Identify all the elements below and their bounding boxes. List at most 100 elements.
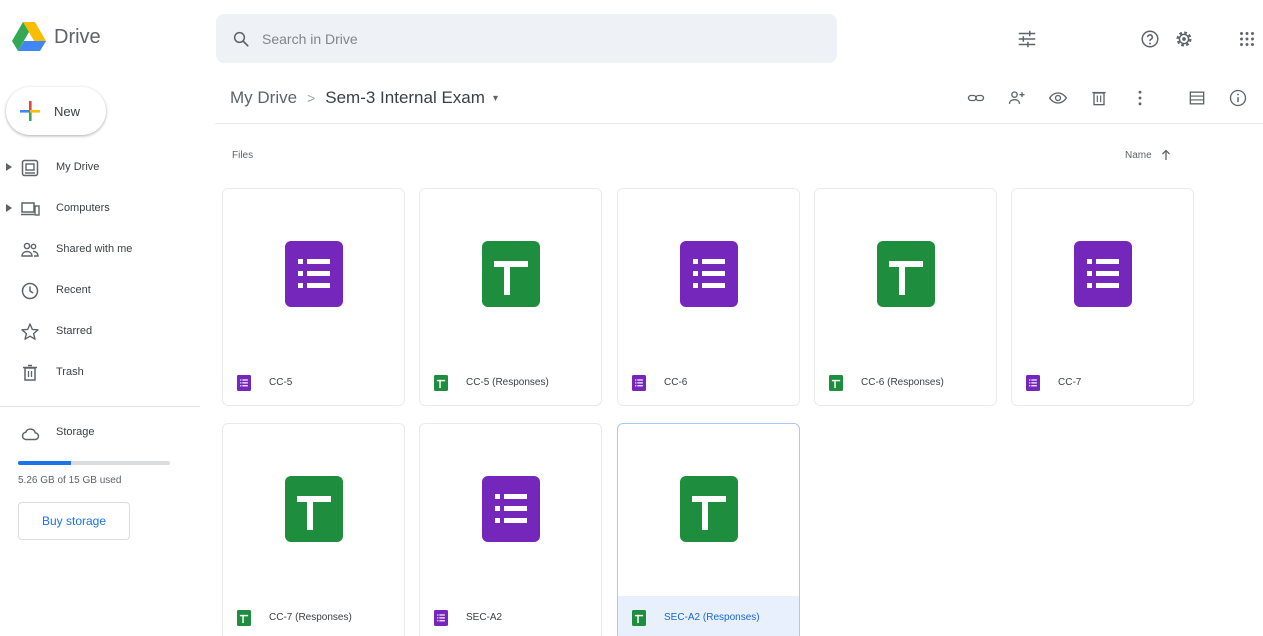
file-card[interactable]: CC-6 xyxy=(617,188,800,406)
file-name: SEC-A2 (Responses) xyxy=(664,612,760,623)
file-card[interactable]: SEC-A2 xyxy=(419,423,602,636)
sidebar-item-shared-with-me[interactable]: Shared with me xyxy=(0,230,200,271)
clock-icon xyxy=(21,282,39,300)
file-thumbnail[interactable] xyxy=(1012,189,1193,361)
drive-logo-icon xyxy=(12,22,46,51)
sidebar-item-label: Recent xyxy=(56,284,91,296)
expand-arrow-icon[interactable] xyxy=(5,203,13,213)
file-thumbnail[interactable] xyxy=(618,189,799,361)
settings-gear-icon[interactable] xyxy=(1173,28,1195,50)
sidebar-item-storage[interactable]: Storage xyxy=(0,418,200,448)
trash-icon xyxy=(23,364,37,381)
sheets-file-large-icon xyxy=(482,241,540,307)
storage-usage-bar xyxy=(18,461,170,465)
arrow-up-icon[interactable] xyxy=(1160,149,1172,161)
storage-usage-text: 5.26 GB of 15 GB used xyxy=(18,475,122,486)
storage-usage-fill xyxy=(18,461,72,465)
shared-icon xyxy=(21,242,39,257)
new-button[interactable]: New xyxy=(6,87,106,135)
expand-arrow-icon[interactable] xyxy=(5,162,13,172)
sidebar-item-label: Computers xyxy=(56,202,110,214)
file-name: CC-6 xyxy=(664,377,688,388)
sidebar-item-label: My Drive xyxy=(56,161,100,173)
link-icon[interactable] xyxy=(966,88,986,108)
file-card[interactable]: CC-5 (Responses) xyxy=(419,188,602,406)
sidebar-item-label: Shared with me xyxy=(56,243,133,255)
plus-icon xyxy=(20,101,40,121)
file-card-footer[interactable]: SEC-A2 xyxy=(420,596,601,636)
list-view-icon[interactable] xyxy=(1187,88,1207,108)
trash-icon[interactable] xyxy=(1089,88,1109,108)
help-icon[interactable] xyxy=(1139,28,1161,50)
file-name: CC-5 xyxy=(269,377,293,388)
file-name: CC-7 xyxy=(1058,377,1082,388)
my-drive-icon xyxy=(21,159,39,177)
file-card[interactable]: CC-7 (Responses) xyxy=(222,423,405,636)
search-icon[interactable] xyxy=(232,30,250,48)
file-card-footer[interactable]: CC-6 xyxy=(618,361,799,405)
apps-grid-icon[interactable] xyxy=(1236,28,1258,50)
sheets-file-icon xyxy=(237,610,251,626)
forms-file-icon xyxy=(434,610,448,626)
sort-by-name[interactable]: Name xyxy=(1125,149,1172,161)
file-card[interactable]: CC-7 xyxy=(1011,188,1194,406)
sheets-file-large-icon xyxy=(285,476,343,542)
search-options-icon[interactable] xyxy=(1016,28,1038,50)
drive-logo[interactable]: Drive xyxy=(12,22,101,52)
file-name: SEC-A2 xyxy=(466,612,503,623)
forms-file-icon xyxy=(237,375,251,391)
share-add-person-icon[interactable] xyxy=(1007,88,1027,108)
file-card-footer[interactable]: SEC-A2 (Responses) xyxy=(618,596,799,636)
file-name: CC-5 (Responses) xyxy=(466,377,549,388)
sidebar-item-label: Trash xyxy=(56,366,84,378)
more-vertical-icon[interactable] xyxy=(1130,88,1150,108)
forms-file-large-icon xyxy=(285,241,343,307)
info-icon[interactable] xyxy=(1228,88,1248,108)
search-bar[interactable] xyxy=(216,14,1036,63)
breadcrumb: My Drive > Sem-3 Internal Exam ▾ xyxy=(230,88,498,108)
forms-file-large-icon xyxy=(1074,241,1132,307)
preview-eye-icon[interactable] xyxy=(1048,88,1068,108)
sidebar-item-computers[interactable]: Computers xyxy=(0,189,200,230)
file-card[interactable]: CC-5 xyxy=(222,188,405,406)
folder-menu-caret-icon[interactable]: ▾ xyxy=(493,93,498,104)
file-card-footer[interactable]: CC-7 xyxy=(1012,361,1193,405)
sidebar-nav: My Drive Computers Shared with me Recent… xyxy=(0,148,200,394)
file-name: CC-7 (Responses) xyxy=(269,612,352,623)
file-card[interactable]: SEC-A2 (Responses) xyxy=(617,423,800,636)
file-thumbnail[interactable] xyxy=(618,424,799,596)
new-button-label: New xyxy=(54,104,81,119)
breadcrumb-current-folder[interactable]: Sem-3 Internal Exam xyxy=(325,88,485,108)
top-bar: Drive xyxy=(0,0,1263,76)
file-card-footer[interactable]: CC-5 (Responses) xyxy=(420,361,601,405)
forms-file-large-icon xyxy=(482,476,540,542)
sidebar-divider xyxy=(0,406,200,407)
star-icon xyxy=(21,323,39,340)
sidebar-item-label: Starred xyxy=(56,325,93,337)
breadcrumb-separator-icon: > xyxy=(307,90,316,106)
sidebar-item-recent[interactable]: Recent xyxy=(0,271,200,312)
file-name: CC-6 (Responses) xyxy=(861,377,944,388)
toolbar-divider xyxy=(215,123,1263,124)
sheets-file-icon xyxy=(632,610,646,626)
file-card-footer[interactable]: CC-6 (Responses) xyxy=(815,361,996,405)
sheets-file-icon xyxy=(434,375,448,391)
search-input[interactable] xyxy=(262,26,762,52)
file-thumbnail[interactable] xyxy=(815,189,996,361)
cloud-icon xyxy=(21,428,40,441)
sidebar-item-trash[interactable]: Trash xyxy=(0,353,200,394)
file-card-footer[interactable]: CC-5 xyxy=(223,361,404,405)
sidebar-item-starred[interactable]: Starred xyxy=(0,312,200,353)
file-thumbnail[interactable] xyxy=(223,424,404,596)
file-thumbnail[interactable] xyxy=(420,424,601,596)
file-card-footer[interactable]: CC-7 (Responses) xyxy=(223,596,404,636)
file-card[interactable]: CC-6 (Responses) xyxy=(814,188,997,406)
computers-icon xyxy=(21,202,40,216)
file-thumbnail[interactable] xyxy=(420,189,601,361)
sheets-file-large-icon xyxy=(680,476,738,542)
sidebar-item-my-drive[interactable]: My Drive xyxy=(0,148,200,189)
forms-file-icon xyxy=(1026,375,1040,391)
buy-storage-button[interactable]: Buy storage xyxy=(18,502,130,540)
breadcrumb-my-drive[interactable]: My Drive xyxy=(230,88,297,108)
file-thumbnail[interactable] xyxy=(223,189,404,361)
